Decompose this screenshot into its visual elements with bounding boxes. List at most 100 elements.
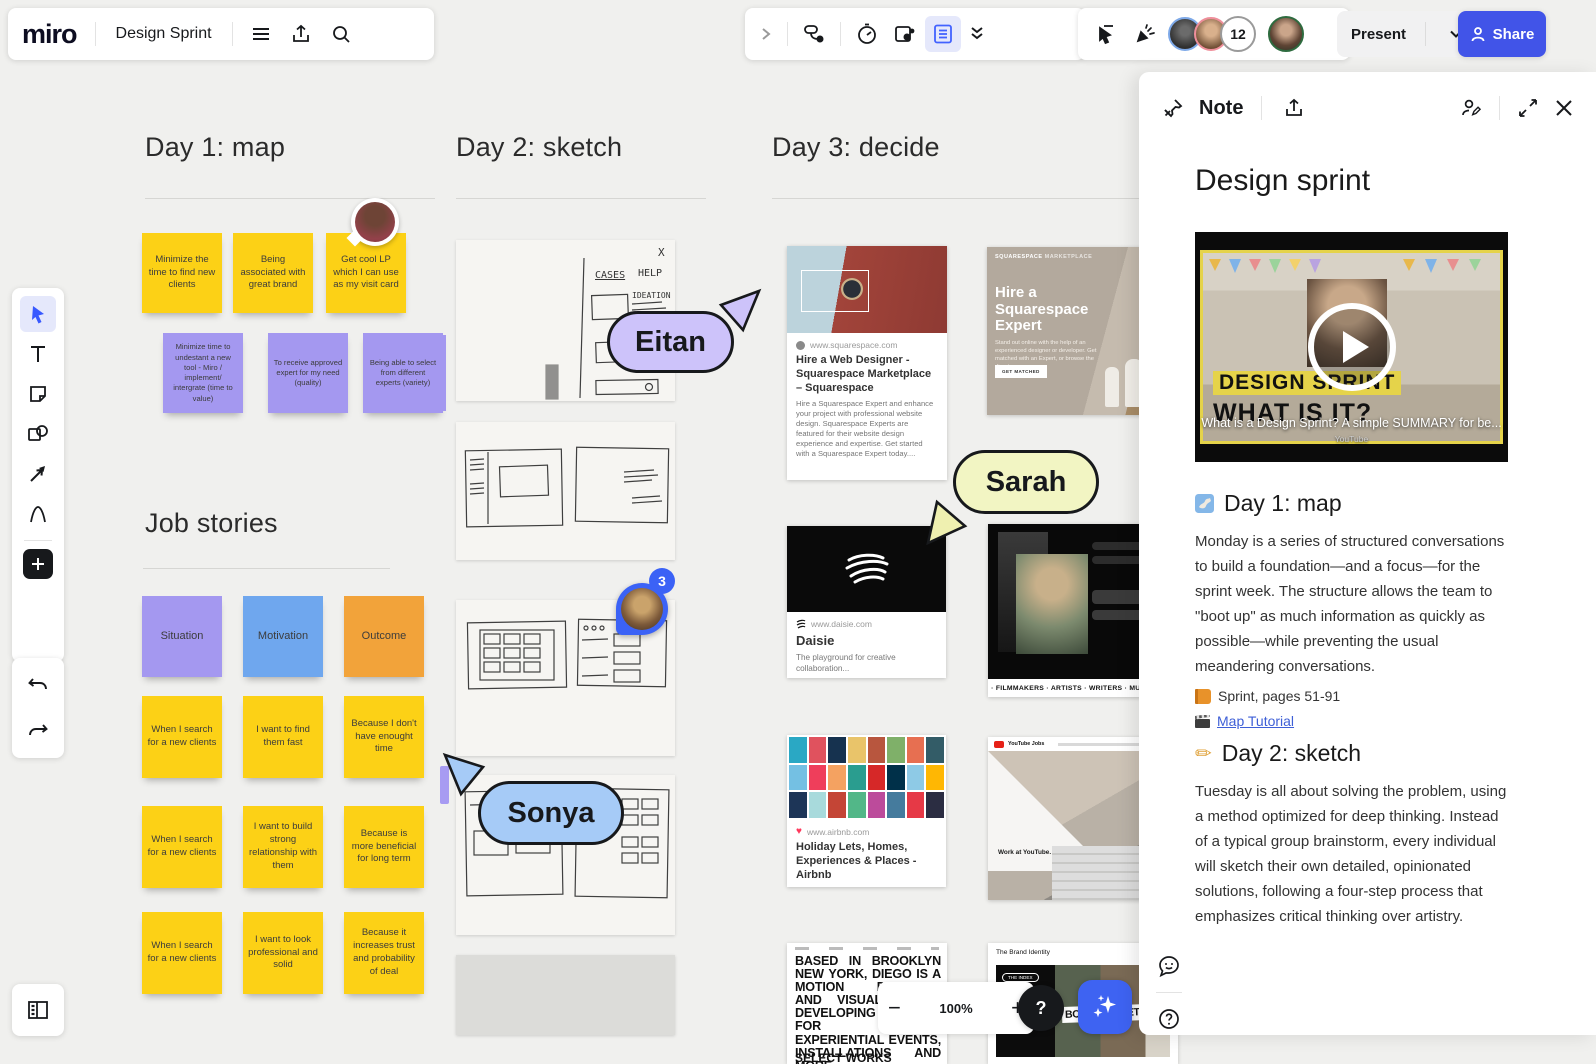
airbnb-icon: ♥ — [796, 827, 802, 837]
sticky-note[interactable]: Get cool LP which I can use as my visit … — [326, 233, 406, 313]
sketch-label-ideation: IDEATION — [632, 291, 671, 300]
note-tool-icon-active[interactable] — [925, 16, 961, 52]
share-button[interactable]: Share — [1458, 11, 1546, 57]
frames-panel-button[interactable] — [20, 992, 56, 1028]
sticky-note[interactable]: Motivation — [243, 596, 323, 677]
sticky-note[interactable]: I want to build strong relationship with… — [243, 806, 323, 888]
sticky-note-tool[interactable] — [20, 376, 56, 412]
note-doc-title[interactable]: Design sprint — [1195, 164, 1370, 198]
feedback-smiley-icon[interactable] — [1151, 948, 1187, 984]
card-airbnb[interactable]: ♥www.airbnb.com Holiday Lets, Homes, Exp… — [787, 735, 946, 887]
creation-toolbar — [12, 288, 64, 662]
sticky-note[interactable]: Minimize the time to find new clients — [142, 233, 222, 313]
add-more-tools-button[interactable] — [23, 549, 53, 579]
comment-count-badge[interactable]: 3 — [649, 568, 675, 594]
sketch-image-partial[interactable] — [456, 955, 675, 1035]
sticky-note[interactable]: To receive approved expert for my need (… — [268, 333, 348, 413]
section-heading: Day 2: sketch — [1222, 740, 1361, 767]
expand-panel-icon[interactable] — [1514, 94, 1542, 122]
frame-title-day1[interactable]: Day 1: map — [145, 132, 285, 163]
collaborator-count-badge[interactable]: 12 — [1220, 16, 1256, 52]
undo-button[interactable] — [20, 667, 56, 703]
collaborator-avatar-bubble — [351, 198, 399, 246]
collapse-toolbar-chevron[interactable] — [753, 16, 779, 52]
divider — [232, 22, 233, 46]
ai-assistant-button[interactable] — [1078, 980, 1132, 1034]
frame-title-job-stories[interactable]: Job stories — [145, 508, 278, 539]
miro-logo[interactable]: miro — [22, 19, 77, 50]
book-reference-row: Sprint, pages 51-91 — [1195, 688, 1511, 704]
redo-button[interactable] — [20, 713, 56, 749]
sticky-note[interactable]: Because I don't have enought time — [344, 696, 424, 778]
cursor-sonya-arrow — [442, 752, 488, 798]
divider — [1499, 96, 1500, 120]
video-embed[interactable]: DESIGN SPRINT WHAT IS IT? What is a Desi… — [1195, 232, 1508, 462]
sticky-note[interactable]: Being associated with great brand — [233, 233, 313, 313]
play-button[interactable] — [1308, 303, 1396, 391]
divider — [1261, 96, 1262, 120]
select-tool-active[interactable] — [20, 296, 56, 332]
sticky-note[interactable]: Being able to select from different expe… — [363, 333, 443, 413]
frame-edge — [772, 198, 1139, 199]
card-daisie[interactable]: www.daisie.com Daisie The playground for… — [787, 526, 946, 678]
sparkles-icon — [1090, 992, 1120, 1022]
cursor-eitan-arrow — [716, 288, 762, 334]
card-title: Daisie — [796, 633, 937, 649]
close-panel-icon[interactable] — [1550, 94, 1578, 122]
divider — [787, 22, 788, 46]
sticky-note[interactable]: Minimize time to undestant a new tool - … — [163, 333, 243, 413]
photo-girl — [1016, 554, 1088, 654]
dependencies-tool-icon[interactable] — [796, 16, 832, 52]
board-title[interactable]: Design Sprint — [116, 25, 212, 43]
sticky-note[interactable]: When I search for a new clients — [142, 806, 222, 888]
pin-icon[interactable] — [1159, 94, 1187, 122]
help-button[interactable]: ? — [1018, 985, 1064, 1031]
daisie-scribble-logo — [847, 555, 887, 582]
sticky-note[interactable]: I want to look professional and solid — [243, 912, 323, 994]
purple-shape-fragment[interactable] — [437, 335, 446, 411]
timer-tool-icon[interactable] — [849, 16, 885, 52]
zoom-level[interactable]: 100% — [939, 1001, 972, 1016]
book-reference-text: Sprint, pages 51-91 — [1218, 688, 1340, 704]
main-menu-button[interactable] — [243, 16, 279, 52]
frame-title-day3[interactable]: Day 3: decide — [772, 132, 940, 163]
present-label[interactable]: Present — [1351, 26, 1406, 43]
card-title: Holiday Lets, Homes, Experiences & Place… — [796, 841, 937, 882]
sticky-note[interactable]: Outcome — [344, 596, 424, 677]
sticky-note[interactable]: When I search for a new clients — [142, 912, 222, 994]
site-brand: SQUARESPACE MARKETPLACE — [995, 254, 1092, 260]
shapes-tool[interactable] — [20, 416, 56, 452]
note-section-day1: Day 1: map Monday is a series of structu… — [1195, 490, 1511, 729]
cursor-label-sonya: Sonya — [478, 781, 624, 845]
zoom-toolbar: − 100% + — [878, 982, 1034, 1034]
text-tool[interactable] — [20, 336, 56, 372]
favicon — [796, 619, 806, 629]
export-board-button[interactable] — [283, 16, 319, 52]
map-tutorial-link[interactable]: Map Tutorial — [1217, 713, 1294, 729]
arrow-tool[interactable] — [20, 456, 56, 492]
share-person-icon — [1470, 26, 1486, 42]
sticky-note[interactable]: Situation — [142, 596, 222, 677]
panel-help-icon[interactable] — [1151, 1001, 1187, 1037]
pen-tool[interactable] — [20, 496, 56, 532]
card-image — [787, 526, 946, 612]
sticky-note[interactable]: When I search for a new clients — [142, 696, 222, 778]
expand-toolbar-chevrons[interactable] — [963, 16, 991, 52]
card-squarespace-search[interactable]: www.squarespace.com Hire a Web Designer … — [787, 246, 947, 480]
reactions-icon[interactable] — [1128, 16, 1164, 52]
section-heading: Day 1: map — [1224, 490, 1342, 517]
export-note-icon[interactable] — [1280, 94, 1308, 122]
hide-cursors-icon[interactable] — [1088, 16, 1124, 52]
search-button[interactable] — [323, 16, 359, 52]
current-user-avatar[interactable] — [1268, 16, 1304, 52]
sticky-note[interactable]: Because is more beneficial for long term — [344, 806, 424, 888]
sketch-image-pages[interactable] — [456, 422, 675, 560]
sticky-note[interactable]: I want to find them fast — [243, 696, 323, 778]
sticky-note[interactable]: Because it increases trust and probabili… — [344, 912, 424, 994]
zoom-out-button[interactable]: − — [888, 995, 901, 1021]
editors-icon[interactable] — [1457, 94, 1485, 122]
note-section-day2: ✏ Day 2: sketch Tuesday is all about sol… — [1195, 740, 1511, 929]
frame-title-day2[interactable]: Day 2: sketch — [456, 132, 622, 163]
screen-capture-tool-icon[interactable] — [887, 16, 923, 52]
nav-placeholder — [795, 947, 939, 950]
